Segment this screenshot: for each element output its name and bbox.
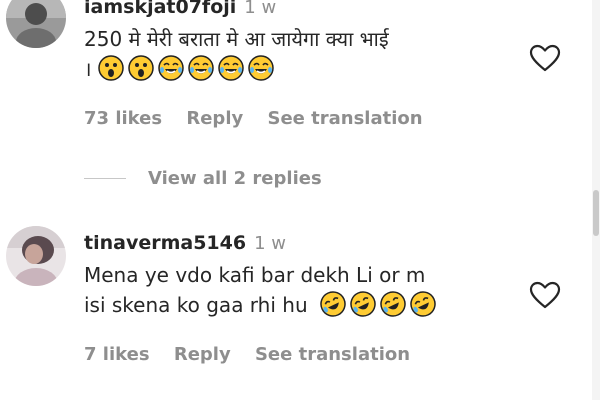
comment-text: 250 मे मेरी बराता मे आ जायेगा क्या भाई ।: [84, 24, 389, 84]
reply-button[interactable]: Reply: [174, 344, 231, 365]
comment-time: 1 w: [244, 0, 277, 18]
heart-outline-icon[interactable]: [529, 44, 561, 72]
comment-line: 250 मे मेरी बराता मे आ जायेगा क्या भाई: [84, 27, 389, 51]
rofl-face-icon: [320, 291, 346, 317]
joy-face-icon: [248, 55, 274, 81]
comment-username[interactable]: iamskjat07foji 1 w: [84, 0, 276, 18]
comment-time: 1 w: [254, 233, 286, 254]
username-text[interactable]: iamskjat07foji: [84, 0, 236, 18]
comment-line-emoji: isi skena ko gaa rhi hu: [84, 290, 440, 320]
comment-line: Mena ye vdo kafi bar dekh Li or m: [84, 263, 426, 287]
comment-actions: 73 likes Reply See translation: [84, 108, 441, 129]
astonished-face-icon: [98, 55, 124, 81]
replies-divider: [84, 178, 126, 179]
username-text[interactable]: tinaverma5146: [84, 232, 246, 254]
comment-item: tinaverma5146 1 w Mena ye vdo kafi bar de…: [0, 222, 590, 392]
joy-face-icon: [158, 55, 184, 81]
avatar[interactable]: [6, 0, 66, 48]
astonished-face-icon: [128, 55, 154, 81]
joy-face-icon: [218, 55, 244, 81]
joy-face-icon: [188, 55, 214, 81]
see-translation-button[interactable]: See translation: [255, 344, 410, 365]
rofl-face-icon: [350, 291, 376, 317]
likes-count-button[interactable]: 73 likes: [84, 108, 162, 129]
avatar[interactable]: [6, 226, 66, 286]
view-replies-label[interactable]: View all 2 replies: [148, 168, 322, 189]
heart-outline-icon[interactable]: [529, 281, 561, 309]
comments-viewport: iamskjat07foji 1 w 250 मे मेरी बराता मे आ…: [0, 0, 600, 400]
comment-line-emoji: ।: [84, 54, 389, 84]
danda-char: ।: [84, 57, 92, 81]
view-replies-button[interactable]: View all 2 replies: [84, 168, 322, 198]
comment-username[interactable]: tinaverma5146 1 w: [84, 232, 286, 254]
see-translation-button[interactable]: See translation: [268, 108, 423, 129]
likes-count-button[interactable]: 7 likes: [84, 344, 150, 365]
comment-actions: 7 likes Reply See translation: [84, 344, 428, 365]
comment-item: iamskjat07foji 1 w 250 मे मेरी बराता मे आ…: [0, 0, 590, 140]
scrollbar[interactable]: [592, 0, 600, 400]
comment-text: Mena ye vdo kafi bar dekh Li or m isi sk…: [84, 260, 440, 320]
reply-button[interactable]: Reply: [186, 108, 243, 129]
scrollbar-thumb[interactable]: [593, 190, 599, 236]
rofl-face-icon: [410, 291, 436, 317]
rofl-face-icon: [380, 291, 406, 317]
comment-line: isi skena ko gaa rhi hu: [84, 293, 308, 317]
